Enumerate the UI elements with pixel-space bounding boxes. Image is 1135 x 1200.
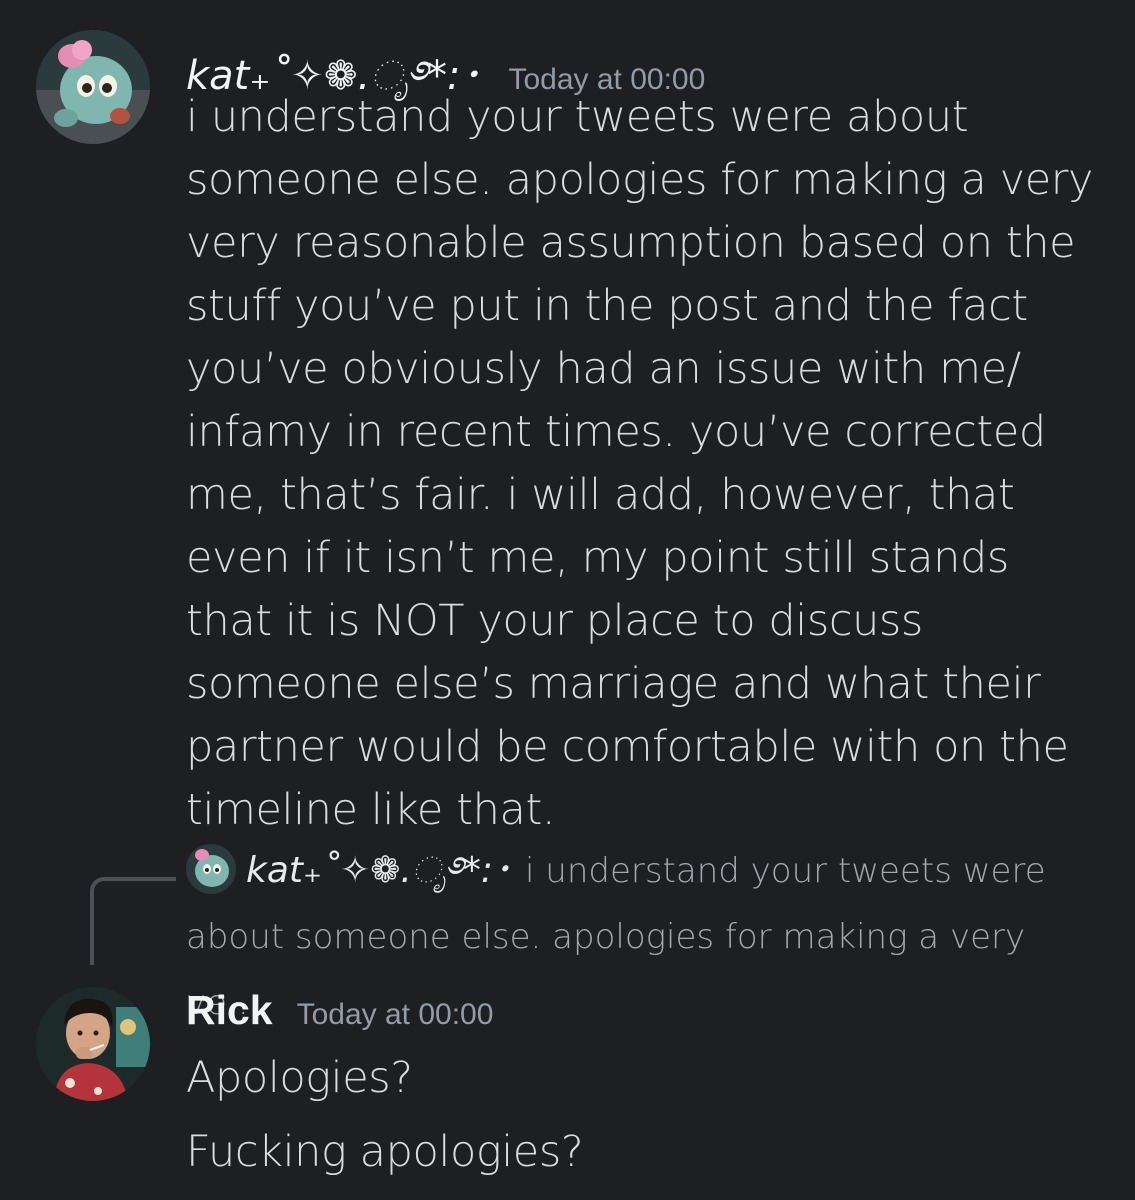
timestamp[interactable]: Today at 00:00	[297, 998, 494, 1032]
message-rick: Rick Today at 00:00 Apologies? Fucking a…	[0, 985, 1135, 1200]
person-smoking-photo-avatar-icon	[36, 987, 150, 1101]
username[interactable]: Rick	[186, 987, 273, 1034]
reply-connector	[90, 877, 176, 965]
avatar-rick[interactable]	[36, 987, 150, 1101]
message-text: i understand your tweets were about some…	[186, 92, 1094, 835]
reply-username[interactable]: kat₊˚✧❁.ೃ࿔*:･	[246, 850, 511, 891]
message-header: Rick Today at 00:00	[186, 987, 493, 1034]
avatar-kat[interactable]	[36, 30, 150, 144]
reply-avatar	[186, 843, 236, 894]
message-text: Apologies? Fucking apologies?	[186, 1047, 1096, 1183]
message-kat: kat₊˚✧❁.ೃ࿔*:･ Today at 00:00 i understan…	[0, 0, 1135, 835]
message-line: Fucking apologies?	[186, 1127, 584, 1177]
teal-cartoon-creature-avatar-icon	[36, 30, 150, 144]
teal-cartoon-creature-avatar-icon	[186, 843, 236, 894]
message-line: Apologies?	[186, 1053, 413, 1103]
